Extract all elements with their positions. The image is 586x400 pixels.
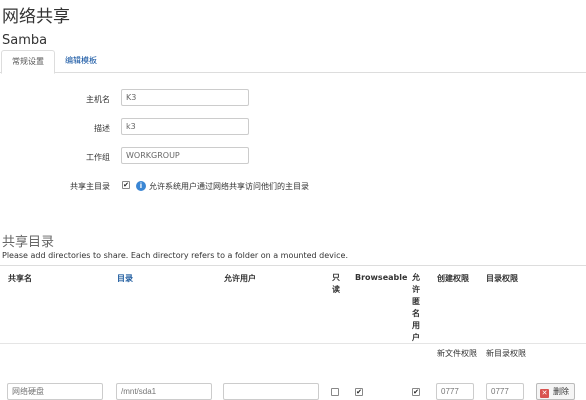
shares-description: Please add directories to share. Each di… xyxy=(2,251,348,260)
hostname-label: 主机名 xyxy=(86,95,110,104)
col-header-path[interactable]: 目录 xyxy=(117,273,133,284)
hostname-input[interactable]: K3 xyxy=(121,89,249,106)
table-header-divider xyxy=(0,343,586,344)
tab-edit-template[interactable]: 编辑模板 xyxy=(55,50,107,71)
shares-title: 共享目录 xyxy=(2,235,55,250)
col-header-create-mask: 创建权限 xyxy=(437,274,469,283)
section-title: Samba xyxy=(2,33,48,48)
table-top-border xyxy=(0,265,586,266)
share-path-input[interactable] xyxy=(116,383,212,400)
col-header-readonly: 只读 xyxy=(332,273,340,294)
subheader-dir-mask: 新目录权限 xyxy=(486,349,526,358)
info-icon: i xyxy=(136,181,146,191)
subheader-create-mask: 新文件权限 xyxy=(437,349,477,358)
tab-bar: 常规设置 编辑模板 xyxy=(0,50,586,74)
share-home-label: 共享主目录 xyxy=(70,182,110,191)
create-mask-input[interactable] xyxy=(436,383,474,400)
delete-label: 删除 xyxy=(553,387,569,396)
col-header-name: 共享名 xyxy=(8,274,32,283)
share-home-checkbox[interactable]: ✔ xyxy=(122,181,130,189)
description-input[interactable]: k3 xyxy=(121,118,249,135)
browseable-checkbox[interactable]: ✔ xyxy=(355,388,363,396)
guest-checkbox[interactable]: ✔ xyxy=(412,388,420,396)
share-home-hint: 允许系统用户通过网络共享访问他们的主目录 xyxy=(149,182,309,191)
description-label: 描述 xyxy=(94,124,110,133)
col-header-guest: 允许匿名用户 xyxy=(412,273,420,342)
col-header-dir-mask: 目录权限 xyxy=(486,274,518,283)
share-users-input[interactable] xyxy=(223,383,319,400)
readonly-checkbox[interactable] xyxy=(331,388,339,396)
col-header-browseable: Browseable xyxy=(355,273,408,282)
col-header-users: 允许用户 xyxy=(224,274,256,283)
share-name-input[interactable] xyxy=(7,383,103,400)
dir-mask-input[interactable] xyxy=(486,383,524,400)
delete-button[interactable]: ✕ 删除 xyxy=(536,383,575,400)
workgroup-input[interactable]: WORKGROUP xyxy=(121,147,249,164)
workgroup-label: 工作组 xyxy=(86,153,110,162)
delete-icon: ✕ xyxy=(540,389,549,398)
tab-general-settings[interactable]: 常规设置 xyxy=(1,50,55,74)
page-title: 网络共享 xyxy=(2,7,70,27)
